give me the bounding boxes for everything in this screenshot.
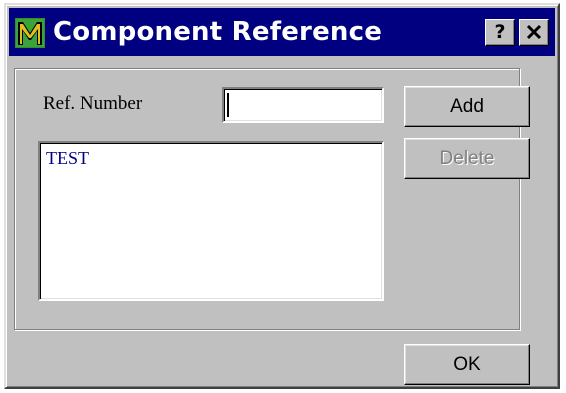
- help-button[interactable]: ?: [485, 19, 515, 46]
- text-caret: [227, 93, 229, 117]
- list-item[interactable]: TEST: [46, 147, 89, 169]
- add-button[interactable]: Add: [404, 86, 530, 127]
- reference-listbox[interactable]: TEST: [38, 141, 384, 301]
- ok-button[interactable]: OK: [404, 344, 530, 385]
- ref-number-label: Ref. Number: [43, 93, 143, 114]
- delete-button[interactable]: Delete: [404, 138, 530, 179]
- title-bar[interactable]: Component Reference ?: [9, 8, 555, 56]
- window-title: Component Reference: [53, 17, 383, 47]
- ref-number-input[interactable]: [222, 87, 384, 123]
- app-m-icon: [15, 18, 45, 48]
- close-button[interactable]: [519, 19, 549, 46]
- close-icon: [526, 24, 542, 40]
